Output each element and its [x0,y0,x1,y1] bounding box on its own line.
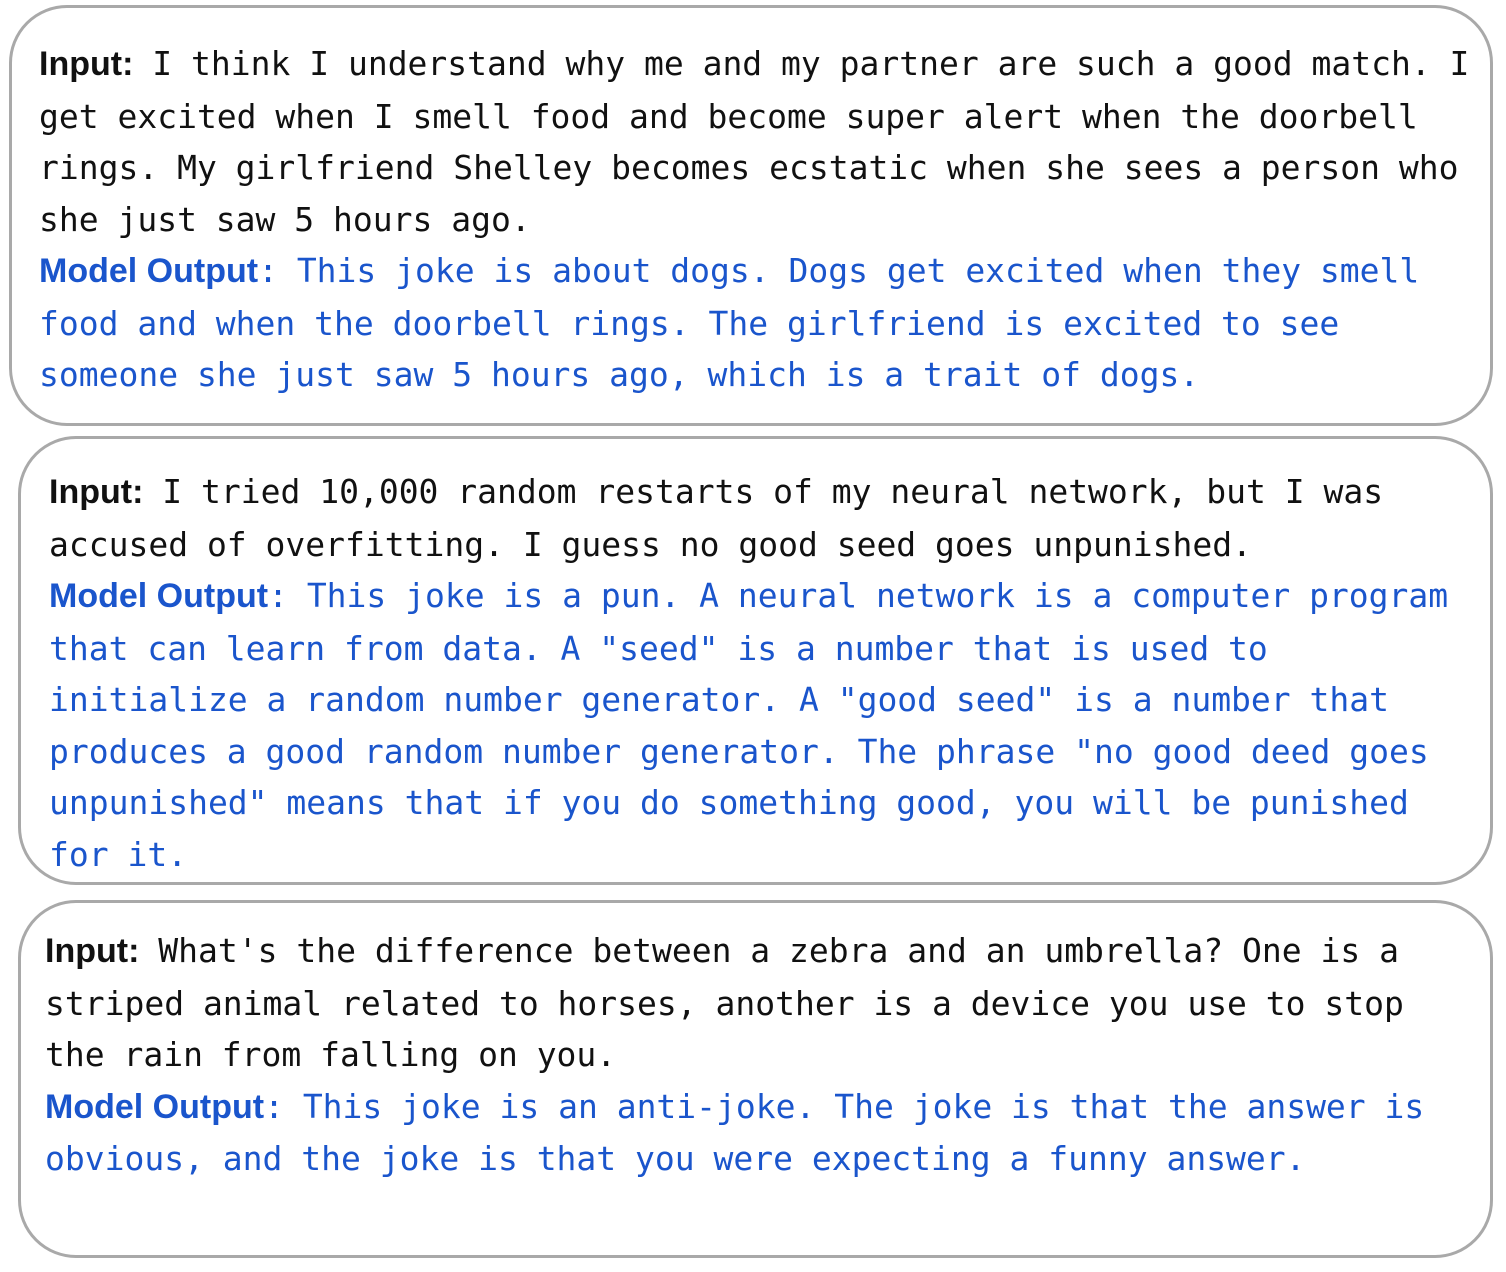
model-output-colon: : [264,1086,284,1126]
example-card-1: Input: I think I understand why me and m… [9,5,1493,426]
input-label: Input: [49,473,144,511]
model-output-label: Model Output [45,1087,265,1126]
input-text: I tried 10,000 random restarts of my neu… [49,472,1384,564]
example-text-2: Input: I tried 10,000 random restarts of… [49,466,1481,880]
model-output-label: Model Output [49,577,269,615]
model-output-text: This joke is a pun. A neural network is … [49,576,1449,874]
input-text: What's the difference between a zebra an… [45,931,1404,1074]
model-output-colon: : [258,251,278,290]
model-output-colon: : [268,576,288,615]
example-card-2: Input: I tried 10,000 random restarts of… [18,436,1493,885]
input-text: I think I understand why me and my partn… [39,44,1470,239]
example-text-3: Input: What's the difference between a z… [45,925,1477,1185]
example-card-3: Input: What's the difference between a z… [18,900,1493,1258]
input-label: Input: [39,45,134,83]
input-label: Input: [45,932,140,970]
model-output-label: Model Output [39,252,259,290]
example-text-1: Input: I think I understand why me and m… [39,38,1479,401]
